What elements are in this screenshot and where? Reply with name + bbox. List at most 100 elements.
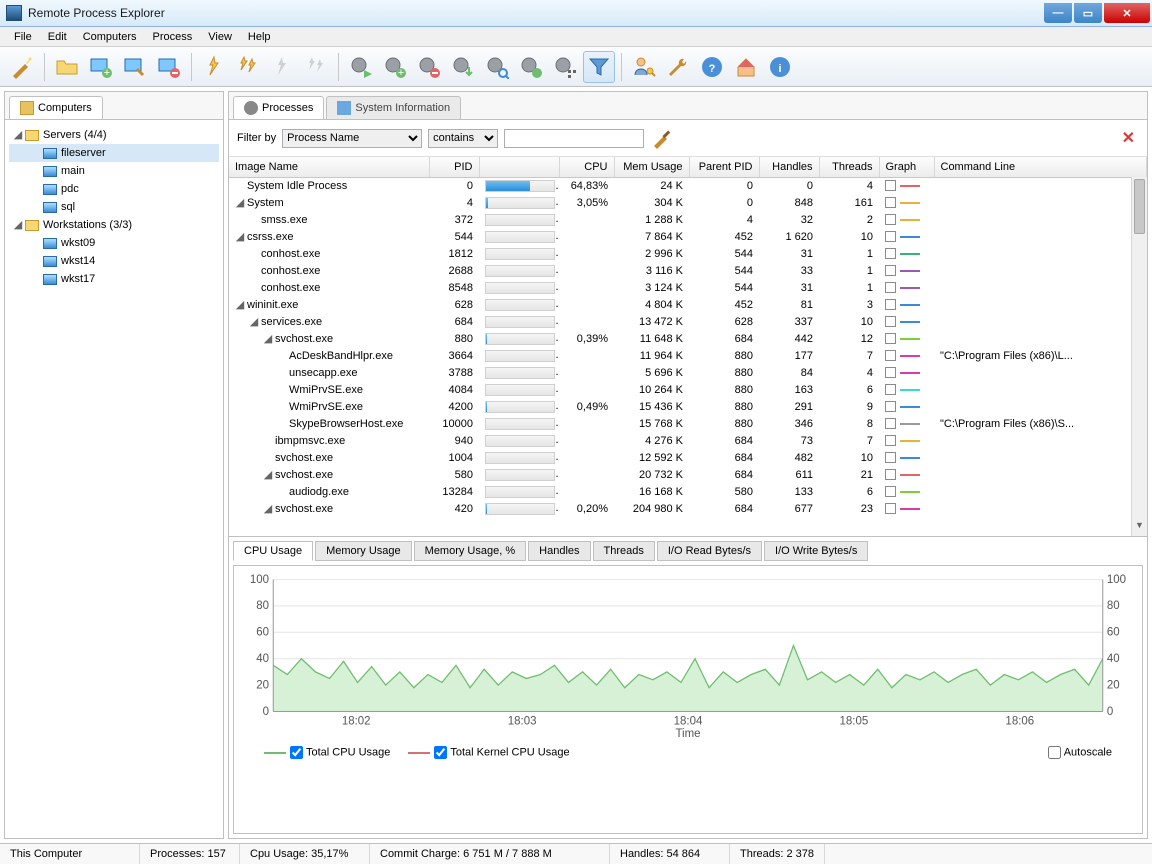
menu-file[interactable]: File [6,29,40,45]
wizard-button[interactable] [6,51,38,83]
maximize-button[interactable]: ▭ [1074,3,1102,23]
scroll-thumb[interactable] [1134,179,1145,234]
tree-node-sql[interactable]: sql [9,198,219,216]
graph-checkbox[interactable] [885,350,896,361]
chart-tab[interactable]: I/O Write Bytes/s [764,541,868,561]
process-row[interactable]: ibmpmsvc.exe 940 4 276 K 684 73 7 [229,432,1147,449]
chart-tab[interactable]: Memory Usage, % [414,541,526,561]
graph-checkbox[interactable] [885,316,896,327]
chart-tab[interactable]: Memory Usage [315,541,412,561]
close-button[interactable]: ✕ [1104,3,1150,23]
process-row[interactable]: conhost.exe 8548 3 124 K 544 31 1 [229,279,1147,296]
menu-help[interactable]: Help [240,29,279,45]
column-header[interactable]: Parent PID [689,157,759,177]
process-row[interactable]: System Idle Process 0 64,83% 24 K 0 0 4 [229,177,1147,194]
graph-checkbox[interactable] [885,435,896,446]
graph-checkbox[interactable] [885,367,896,378]
legend-kernel-checkbox[interactable] [434,746,447,759]
edit-computer-button[interactable] [119,51,151,83]
bolt3-button[interactable] [266,51,298,83]
add-computer-button[interactable]: + [85,51,117,83]
menu-process[interactable]: Process [145,29,201,45]
graph-checkbox[interactable] [885,197,896,208]
process-row[interactable]: ◢csrss.exe 544 7 864 K 452 1 620 10 [229,228,1147,245]
gear-down-button[interactable] [447,51,479,83]
remove-computer-button[interactable] [153,51,185,83]
graph-checkbox[interactable] [885,469,896,480]
process-row[interactable]: WmiPrvSE.exe 4200 0,49% 15 436 K 880 291… [229,398,1147,415]
process-row[interactable]: ◢System 4 3,05% 304 K 0 848 161 [229,194,1147,211]
process-row[interactable]: conhost.exe 2688 3 116 K 544 33 1 [229,262,1147,279]
menu-view[interactable]: View [200,29,240,45]
tree-node-wkst17[interactable]: wkst17 [9,270,219,288]
graph-checkbox[interactable] [885,248,896,259]
graph-checkbox[interactable] [885,452,896,463]
graph-checkbox[interactable] [885,299,896,310]
tree-node-pdc[interactable]: pdc [9,180,219,198]
filter-field-select[interactable]: Process Name [282,129,422,148]
process-row[interactable]: ◢svchost.exe 420 0,20% 204 980 K 684 677… [229,500,1147,517]
gear-search-button[interactable] [481,51,513,83]
process-row[interactable]: ◢services.exe 684 13 472 K 628 337 10 [229,313,1147,330]
process-row[interactable]: ◢svchost.exe 880 0,39% 11 648 K 684 442 … [229,330,1147,347]
menu-computers[interactable]: Computers [75,29,145,45]
bolt4-button[interactable] [300,51,332,83]
scroll-down-icon[interactable]: ▼ [1132,520,1147,536]
gear-tree-button[interactable] [549,51,581,83]
tab-system-info[interactable]: System Information [326,96,461,119]
graph-checkbox[interactable] [885,265,896,276]
open-folder-button[interactable] [51,51,83,83]
column-header[interactable] [479,157,559,177]
menu-edit[interactable]: Edit [40,29,75,45]
chart-tab[interactable]: CPU Usage [233,541,313,561]
process-table[interactable]: Image NamePID CPUMem UsageParent PIDHandl… [229,157,1147,517]
computer-tree[interactable]: ◢Servers (4/4)fileservermainpdcsql◢Works… [5,120,223,838]
gear-add-button[interactable]: + [379,51,411,83]
tree-node-wkst09[interactable]: wkst09 [9,234,219,252]
tab-computers[interactable]: Computers [9,96,103,119]
tree-node-servers[interactable]: ◢Servers (4/4) [9,126,219,144]
graph-checkbox[interactable] [885,333,896,344]
clear-filter-icon[interactable] [650,126,674,150]
graph-checkbox[interactable] [885,282,896,293]
help-button[interactable]: ? [696,51,728,83]
vertical-scrollbar[interactable]: ▲ ▼ [1131,177,1147,536]
column-header[interactable]: Mem Usage [614,157,689,177]
tree-node-main[interactable]: main [9,162,219,180]
graph-checkbox[interactable] [885,214,896,225]
refresh-button[interactable] [198,51,230,83]
column-header[interactable]: Handles [759,157,819,177]
column-header[interactable]: Command Line [934,157,1147,177]
process-row[interactable]: AcDeskBandHlpr.exe 3664 11 964 K 880 177… [229,347,1147,364]
chart-tab[interactable]: Threads [593,541,655,561]
autoscale-checkbox[interactable] [1048,746,1061,759]
graph-checkbox[interactable] [885,401,896,412]
process-row[interactable]: unsecapp.exe 3788 5 696 K 880 84 4 [229,364,1147,381]
wrench-button[interactable] [662,51,694,83]
process-row[interactable]: audiodg.exe 13284 16 168 K 580 133 6 [229,483,1147,500]
graph-checkbox[interactable] [885,418,896,429]
minimize-button[interactable]: — [1044,3,1072,23]
gear-play-button[interactable] [345,51,377,83]
process-row[interactable]: smss.exe 372 1 288 K 4 32 2 [229,211,1147,228]
gear-remove-button[interactable] [413,51,445,83]
process-row[interactable]: conhost.exe 1812 2 996 K 544 31 1 [229,245,1147,262]
graph-checkbox[interactable] [885,384,896,395]
legend-total-checkbox[interactable] [290,746,303,759]
graph-checkbox[interactable] [885,180,896,191]
filter-value-input[interactable] [504,129,644,148]
process-row[interactable]: ◢wininit.exe 628 4 804 K 452 81 3 [229,296,1147,313]
home-button[interactable] [730,51,762,83]
process-row[interactable]: ◢svchost.exe 580 20 732 K 684 611 21 [229,466,1147,483]
column-header[interactable]: CPU [559,157,614,177]
user-key-button[interactable] [628,51,660,83]
filter-op-select[interactable]: contains [428,129,498,148]
column-header[interactable]: PID [429,157,479,177]
filter-button[interactable] [583,51,615,83]
gear-globe-button[interactable] [515,51,547,83]
process-row[interactable]: svchost.exe 1004 12 592 K 684 482 10 [229,449,1147,466]
column-header[interactable]: Image Name [229,157,429,177]
graph-checkbox[interactable] [885,231,896,242]
process-row[interactable]: SkypeBrowserHost.exe 10000 15 768 K 880 … [229,415,1147,432]
tree-node-fileserver[interactable]: fileserver [9,144,219,162]
